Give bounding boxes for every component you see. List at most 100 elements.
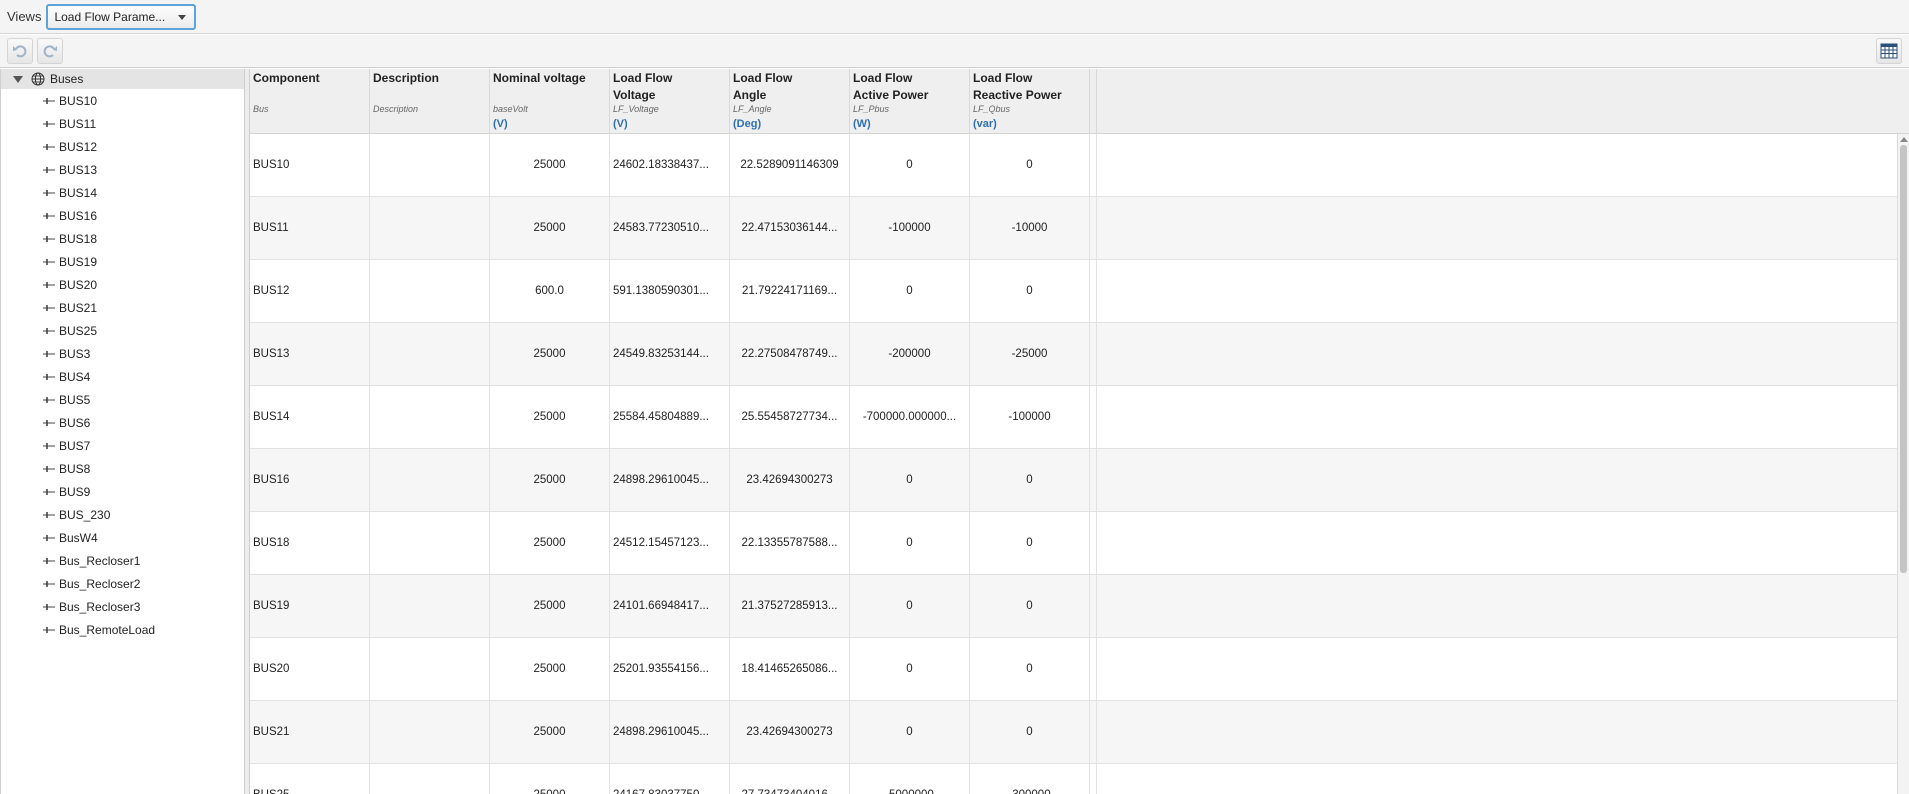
table-row[interactable]: BUS25 2500024167.83037750...27.7347340401… (250, 764, 1897, 794)
table-cell[interactable]: 22.5289091146309 (730, 134, 850, 196)
tree-item-bus[interactable]: BUS6 (1, 411, 244, 434)
table-cell[interactable]: BUS19 (250, 575, 370, 637)
vertical-scrollbar[interactable] (1897, 134, 1909, 794)
table-cell[interactable]: 0 (970, 449, 1090, 511)
table-cell[interactable]: 24512.15457123... (610, 512, 730, 574)
table-cell[interactable] (370, 575, 490, 637)
table-cell[interactable]: 600.0 (490, 260, 610, 322)
table-cell[interactable] (370, 764, 490, 794)
tree-item-bus[interactable]: BUS4 (1, 365, 244, 388)
scroll-up-icon[interactable] (1900, 137, 1908, 142)
table-cell[interactable]: 18.41465265086... (730, 638, 850, 700)
table-cell[interactable] (370, 323, 490, 385)
table-cell[interactable]: 0 (970, 575, 1090, 637)
table-cell[interactable]: BUS18 (250, 512, 370, 574)
column-header[interactable]: Component Bus (250, 69, 370, 134)
table-cell[interactable]: 0 (970, 638, 1090, 700)
column-header[interactable]: Load Flow Active Power LF_Pbus (W) (850, 69, 970, 134)
table-cell[interactable]: -10000 (970, 197, 1090, 259)
column-header[interactable]: Nominal voltage baseVolt (V) (490, 69, 610, 134)
table-cell[interactable]: 24549.83253144... (610, 323, 730, 385)
table-row[interactable]: BUS12 600.0 591.1380590301... 21.7922417116… (250, 260, 1897, 323)
table-cell[interactable]: 25584.45804889... (610, 386, 730, 448)
table-cell[interactable]: 25000 (490, 134, 610, 196)
table-cell[interactable]: 25000 (490, 575, 610, 637)
table-cell[interactable]: 25000 (490, 638, 610, 700)
table-cell[interactable]: BUS21 (250, 701, 370, 763)
table-cell[interactable]: 0 (850, 701, 970, 763)
table-view-button[interactable] (1876, 38, 1902, 64)
table-cell[interactable]: BUS16 (250, 449, 370, 511)
table-cell[interactable]: BUS11 (250, 197, 370, 259)
table-cell[interactable]: 24583.77230510... (610, 197, 730, 259)
table-cell[interactable]: BUS13 (250, 323, 370, 385)
chevron-down-icon[interactable] (178, 14, 187, 20)
table-cell[interactable]: -300000 (970, 764, 1090, 794)
column-header[interactable]: Load Flow Angle LF_Angle (Deg) (730, 69, 850, 134)
tree-item-bus[interactable]: BUS19 (1, 250, 244, 273)
table-cell[interactable]: 0 (850, 512, 970, 574)
table-cell[interactable]: 0 (850, 260, 970, 322)
table-cell[interactable]: 0 (970, 260, 1090, 322)
table-cell[interactable]: BUS10 (250, 134, 370, 196)
table-row[interactable]: BUS13 25000 24549.83253144... 22.2750847874… (250, 323, 1897, 386)
tree-item-bus[interactable]: BUS20 (1, 273, 244, 296)
table-row[interactable]: BUS11 25000 24583.77230510... 22.4715303614… (250, 197, 1897, 260)
table-row[interactable]: BUS16 25000 24898.29610045... 23.4269430027… (250, 449, 1897, 512)
table-cell[interactable]: 24101.66948417... (610, 575, 730, 637)
expand-toggle-icon[interactable] (13, 75, 23, 83)
tree-item-bus[interactable]: BUS25 (1, 319, 244, 342)
tree-item-bus[interactable]: BUS_230 (1, 503, 244, 526)
table-row[interactable]: BUS19 25000 24101.66948417... 21.3752728591… (250, 575, 1897, 638)
tree-item-bus[interactable]: BUS7 (1, 434, 244, 457)
table-cell[interactable]: BUS12 (250, 260, 370, 322)
table-cell[interactable]: 591.1380590301... (610, 260, 730, 322)
table-cell[interactable]: 25000 (490, 512, 610, 574)
tree-item-bus[interactable]: BUS9 (1, 480, 244, 503)
table-cell[interactable]: 25000 (490, 197, 610, 259)
views-dropdown[interactable]: Load Flow Parame... (46, 3, 197, 30)
table-cell[interactable]: 0 (970, 512, 1090, 574)
column-header[interactable]: Load Flow Reactive Power LF_Qbus (var) (970, 69, 1090, 134)
table-cell[interactable]: -25000 (970, 323, 1090, 385)
table-cell[interactable]: 25000 (490, 386, 610, 448)
table-cell[interactable]: -5000000 (850, 764, 970, 794)
table-row[interactable]: BUS18 25000 24512.15457123... 22.1335578758… (250, 512, 1897, 575)
table-cell[interactable]: 25000 (490, 764, 610, 794)
table-cell[interactable] (370, 260, 490, 322)
table-cell[interactable] (370, 638, 490, 700)
tree-item-bus[interactable]: BUS11 (1, 112, 244, 135)
tree-item-bus[interactable]: Bus_RemoteLoad (1, 618, 244, 641)
tree-item-bus[interactable]: Bus_Recloser3 (1, 595, 244, 618)
column-header[interactable]: Description Description (370, 69, 490, 134)
table-cell[interactable]: -100000 (970, 386, 1090, 448)
table-cell[interactable] (370, 512, 490, 574)
table-cell[interactable]: 23.42694300273 (730, 449, 850, 511)
table-cell[interactable]: 24898.29610045... (610, 449, 730, 511)
tree-item-bus[interactable]: BUS8 (1, 457, 244, 480)
table-cell[interactable]: 0 (970, 701, 1090, 763)
table-cell[interactable]: 25201.93554156... (610, 638, 730, 700)
table-cell[interactable] (370, 449, 490, 511)
tree-item-bus[interactable]: BusW4 (1, 526, 244, 549)
table-cell[interactable]: 0 (970, 134, 1090, 196)
table-cell[interactable]: 25000 (490, 449, 610, 511)
tree-item-bus[interactable]: BUS14 (1, 181, 244, 204)
table-cell[interactable]: 0 (850, 638, 970, 700)
table-cell[interactable]: 23.42694300273 (730, 701, 850, 763)
table-cell[interactable]: 25000 (490, 701, 610, 763)
table-cell[interactable] (370, 134, 490, 196)
tree-item-bus[interactable]: BUS18 (1, 227, 244, 250)
table-cell[interactable]: -200000 (850, 323, 970, 385)
table-cell[interactable]: -100000 (850, 197, 970, 259)
table-row[interactable]: BUS10 25000 24602.18338437... 22.5289091146… (250, 134, 1897, 197)
table-cell[interactable]: 25000 (490, 323, 610, 385)
table-cell[interactable]: BUS25 (250, 764, 370, 794)
tree-item-bus[interactable]: BUS10 (1, 89, 244, 112)
table-cell[interactable]: 24167.83037750... (610, 764, 730, 794)
tree-item-bus[interactable]: BUS5 (1, 388, 244, 411)
tree-item-bus[interactable]: Bus_Recloser1 (1, 549, 244, 572)
table-row[interactable]: BUS21 25000 24898.29610045... 23.4269430027… (250, 701, 1897, 764)
table-cell[interactable]: 0 (850, 134, 970, 196)
undo-button[interactable] (7, 38, 33, 64)
